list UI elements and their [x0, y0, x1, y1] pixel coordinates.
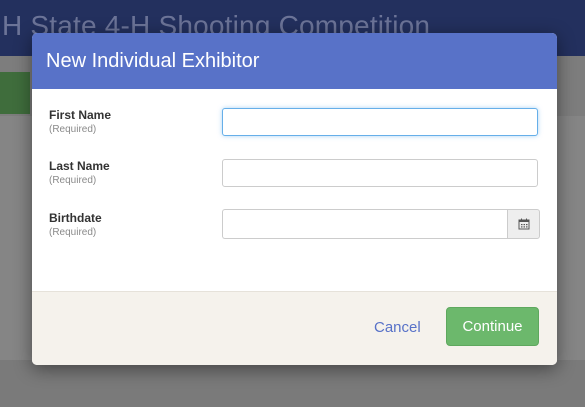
dialog-header: New Individual Exhibitor [32, 33, 557, 89]
background-bottom-panel [0, 360, 585, 407]
birthdate-label: Birthdate [49, 211, 102, 225]
continue-button[interactable]: Continue [446, 307, 539, 346]
new-exhibitor-dialog: New Individual Exhibitor First Name (Req… [32, 33, 557, 365]
dialog-title: New Individual Exhibitor [46, 49, 260, 72]
dialog-footer: Cancel Continue [32, 291, 557, 365]
first-name-input[interactable] [222, 108, 538, 136]
calendar-icon [518, 218, 529, 230]
cancel-button[interactable]: Cancel [374, 319, 421, 336]
birthdate-picker [222, 209, 540, 239]
birthdate-label-block: Birthdate (Required) [49, 211, 102, 238]
birthdate-required-note: (Required) [49, 227, 97, 238]
last-name-label: Last Name [49, 159, 110, 173]
calendar-button[interactable] [507, 209, 540, 239]
last-name-label-block: Last Name (Required) [49, 159, 110, 186]
first-name-required-note: (Required) [49, 124, 97, 135]
page: H State 4-H Shooting Competition New Ind… [0, 0, 585, 407]
birthdate-input[interactable] [222, 209, 507, 239]
last-name-required-note: (Required) [49, 175, 97, 186]
dialog-body: First Name (Required) Last Name (Require… [32, 89, 557, 291]
first-name-label-block: First Name (Required) [49, 108, 111, 135]
background-green-button [0, 72, 30, 114]
first-name-label: First Name [49, 108, 112, 122]
last-name-input[interactable] [222, 159, 538, 187]
